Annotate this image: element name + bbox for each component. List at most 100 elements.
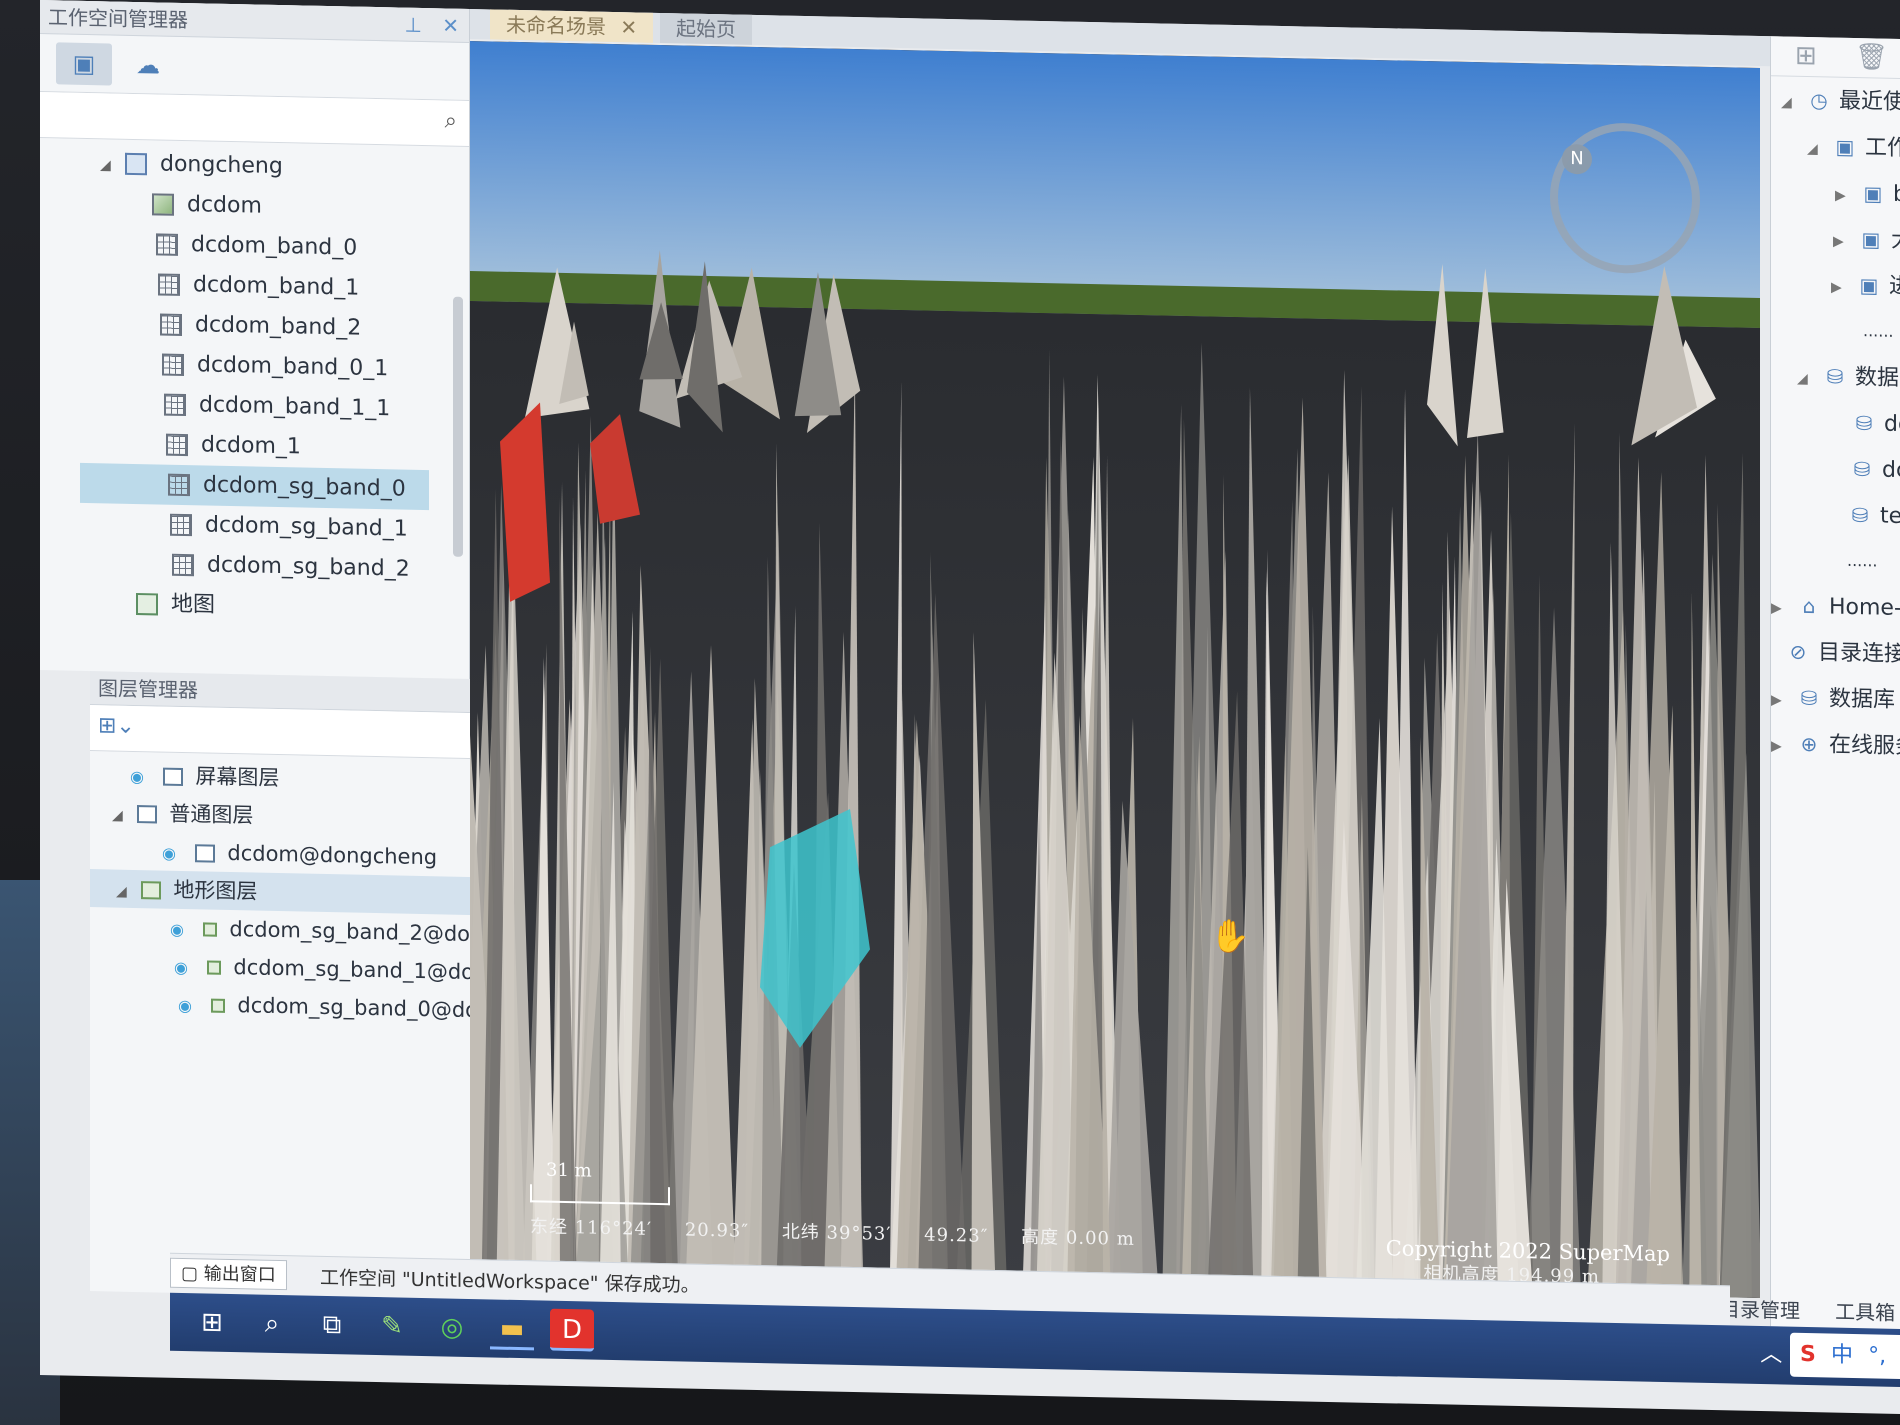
terrain-icon — [206, 960, 221, 975]
workspace-view-button[interactable]: ▣ — [56, 42, 112, 86]
3d-scene-view[interactable]: N ✋ 31 m 东经 116°24′ 20.93″ 北纬 39°53′ 49.… — [470, 41, 1760, 1299]
catalog-ws-child-1[interactable]: ▶ ▣ b — [1771, 168, 1900, 217]
collapse-caret-icon[interactable]: ◢ — [100, 145, 118, 185]
catalog-label: 最近使 — [1839, 88, 1900, 116]
longitude-label: 东经 116°24′ — [530, 1216, 653, 1240]
file-explorer-icon[interactable]: ▬ — [490, 1307, 534, 1351]
expand-caret-icon[interactable]: ▶ — [1831, 265, 1849, 311]
catalog-recent[interactable]: ◢ ◷ 最近使 — [1771, 76, 1900, 125]
output-window-label: 输出窗口 — [203, 1263, 276, 1286]
catalog-ellipsis: ...... — [1863, 321, 1894, 341]
grid-dataset-icon — [156, 233, 178, 256]
home-icon: ⌂ — [1802, 593, 1816, 619]
close-icon[interactable]: ✕ — [620, 15, 637, 39]
catalog-label: 进 — [1889, 273, 1900, 300]
tree-item-label: dcdom_sg_band_2 — [207, 552, 410, 582]
browser-app-icon[interactable]: ◎ — [430, 1306, 474, 1349]
catalog-home[interactable]: ▶ ⌂ Home-D:\ — [1771, 582, 1900, 631]
expand-caret-icon[interactable]: ▶ — [1771, 723, 1789, 769]
tree-item-label: dcdom_1 — [201, 432, 301, 460]
tab-label: 起始页 — [676, 16, 736, 42]
normal-layer-icon — [136, 805, 157, 824]
tab-untitled-scene[interactable]: 未命名场景 ✕ — [490, 9, 654, 43]
compass-north-label: N — [1562, 143, 1592, 175]
windows-start-icon[interactable]: ⊞ — [190, 1301, 234, 1344]
notepad-app-icon[interactable]: ✎ — [370, 1305, 414, 1348]
new-folder-icon[interactable]: ⊞ — [1795, 41, 1817, 71]
collapse-caret-icon[interactable]: ◢ — [1781, 79, 1799, 125]
expand-caret-icon[interactable]: ▶ — [1835, 173, 1853, 219]
workspace-toolbar: ▣ ☁ — [40, 34, 469, 101]
datasource-icon — [125, 152, 147, 176]
catalog-ds-child-3[interactable]: ⛁ tem — [1771, 490, 1900, 539]
expand-caret-icon[interactable]: ▶ — [1771, 677, 1789, 723]
catalog-workspace[interactable]: ◢ ▣ 工作 — [1771, 122, 1900, 171]
grid-dataset-icon — [160, 313, 182, 336]
workspace-search-input[interactable] — [46, 98, 429, 139]
catalog-label: dc — [1882, 457, 1900, 484]
globe-icon: ⊕ — [1800, 731, 1818, 757]
collapse-caret-icon[interactable]: ◢ — [1807, 126, 1825, 172]
catalog-label: tem — [1880, 503, 1900, 530]
visibility-eye-icon[interactable]: ◉ — [170, 911, 196, 950]
datasource-icon: ⛁ — [1853, 456, 1871, 482]
search-icon[interactable]: ⌕ — [445, 108, 457, 133]
task-view-icon[interactable]: ⧉ — [310, 1304, 354, 1347]
tab-start-page[interactable]: 起始页 — [660, 12, 752, 45]
catalog-ws-child-2[interactable]: ▶ ▣ 大 — [1771, 214, 1900, 263]
database-icon: ⛁ — [1800, 685, 1818, 711]
add-layer-icon[interactable]: ⊞⌄ — [98, 713, 135, 739]
catalog-database[interactable]: ▶ ⛁ 数据库 — [1771, 674, 1900, 723]
layer-manager-title-text: 图层管理器 — [98, 676, 198, 703]
workspace-manager-panel: 工作空间管理器 ⊥ ✕ ▣ ☁ ⌕ ◢ dongcheng dcdom dcdo… — [40, 0, 470, 680]
expand-caret-icon[interactable]: ▶ — [1833, 219, 1851, 265]
collapse-caret-icon[interactable]: ◢ — [116, 873, 134, 911]
sogou-ime-icon[interactable]: S — [1800, 1333, 1816, 1377]
workspace-scrollbar[interactable] — [453, 296, 463, 557]
catalog-ds-child-1[interactable]: ⛁ do — [1771, 398, 1900, 447]
workspace-icon: ▣ — [1835, 134, 1855, 160]
tree-item-label: dcdom_band_2 — [195, 312, 362, 341]
grid-dataset-icon — [158, 273, 180, 296]
catalog-ds-child-2[interactable]: ⛁ dc — [1771, 444, 1900, 493]
catalog-directory-connection[interactable]: ⊘ 目录连接 — [1771, 628, 1900, 677]
supermap-app-icon[interactable]: D — [550, 1308, 594, 1352]
link-icon: ⊘ — [1789, 639, 1807, 665]
chevron-up-icon[interactable]: ︿ — [1760, 1326, 1782, 1384]
delete-icon[interactable]: 🗑 — [1855, 42, 1888, 73]
ime-mode-indicator[interactable]: 中 — [1831, 1334, 1853, 1378]
pin-icon[interactable]: ⊥ — [404, 13, 421, 37]
map-icon — [136, 593, 158, 616]
image-dataset-icon — [152, 193, 174, 216]
collapse-caret-icon[interactable]: ◢ — [112, 797, 130, 835]
grid-dataset-icon — [162, 353, 184, 377]
layer-label: dcdom@dongcheng — [227, 840, 438, 870]
screen-layer-icon — [162, 767, 183, 786]
search-icon[interactable]: ⌕ — [250, 1302, 294, 1345]
tab-catalog-manager[interactable]: 目录管理 — [1720, 1293, 1800, 1324]
output-window-tab[interactable]: ▢ 输出窗口 — [170, 1257, 287, 1291]
grid-dataset-icon — [172, 553, 194, 577]
visibility-eye-icon[interactable]: ◉ — [162, 835, 188, 874]
visibility-eye-icon[interactable]: ◉ — [178, 987, 204, 1026]
scene-view-button[interactable]: ☁ — [120, 44, 176, 87]
catalog-ws-child-3[interactable]: ▶ ▣ 进 — [1771, 260, 1900, 309]
close-icon[interactable]: ✕ — [442, 13, 459, 37]
tab-toolbox[interactable]: 工具箱 — [1835, 1296, 1895, 1326]
visibility-eye-icon[interactable]: ◉ — [130, 758, 156, 797]
catalog-online-services[interactable]: ▶ ⊕ 在线服务 — [1771, 720, 1900, 769]
catalog-panel: ⊞ 🗑 ◢ ◷ 最近使 ◢ ▣ 工作 ▶ ▣ b ▶ ▣ 大 ▶ ▣ 进 ...… — [1770, 36, 1900, 1330]
catalog-datasource[interactable]: ◢ ⛁ 数据源 — [1771, 352, 1900, 401]
tree-datasource-label: dongcheng — [160, 151, 283, 180]
catalog-label: do — [1884, 411, 1900, 438]
layer-search-input[interactable] — [150, 712, 499, 752]
collapse-caret-icon[interactable]: ◢ — [1797, 356, 1815, 402]
catalog-label: 大 — [1891, 227, 1900, 254]
expand-caret-icon[interactable]: ▶ — [1771, 585, 1789, 631]
database-icon: ⛁ — [1826, 364, 1844, 389]
layer-label: 地形图层 — [173, 877, 258, 904]
tree-item-maps[interactable]: 地图 — [40, 582, 469, 631]
ime-punctuation-icon[interactable]: °, — [1868, 1334, 1886, 1378]
terrain-layer-icon — [140, 881, 161, 900]
visibility-eye-icon[interactable]: ◉ — [174, 949, 200, 988]
